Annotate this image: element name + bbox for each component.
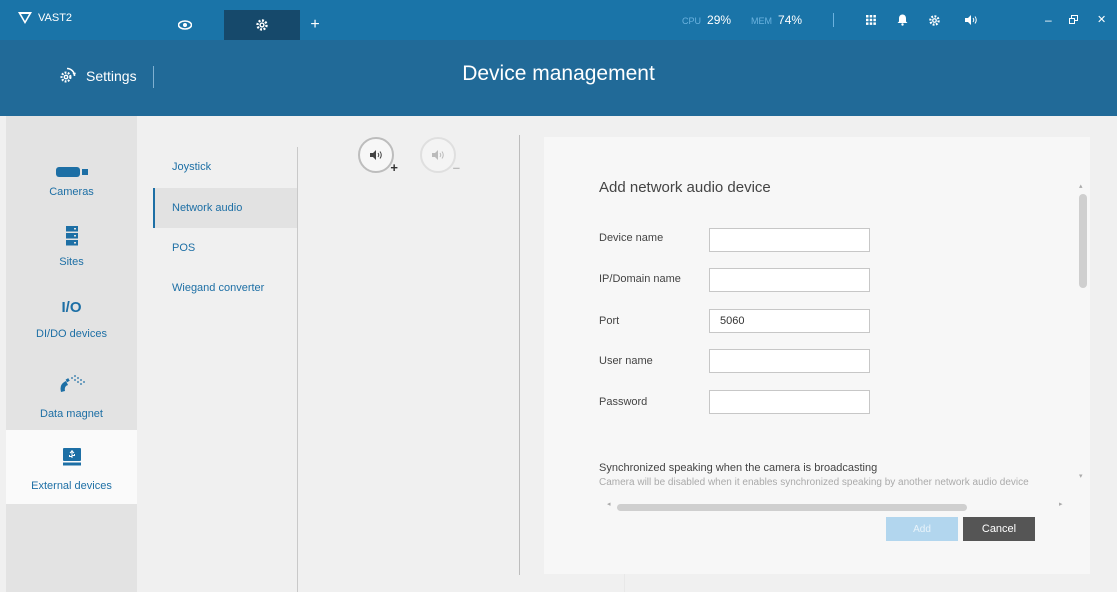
nav-item-data-magnet[interactable]: Data magnet [6, 366, 137, 438]
nav-label: Sites [59, 256, 84, 268]
add-button[interactable]: Add [886, 517, 958, 541]
grid-icon [866, 15, 876, 25]
server-icon [6, 216, 137, 246]
nav-label: DI/DO devices [36, 328, 107, 340]
scroll-thumb[interactable] [1079, 194, 1087, 288]
restore-icon [1069, 15, 1078, 24]
sub-nav: Joystick Network audio POS Wiegand conve… [137, 116, 297, 592]
device-name-label: Device name [599, 232, 664, 244]
camera-icon [6, 152, 137, 178]
panel-divider [624, 574, 625, 592]
minus-icon: – [452, 160, 460, 175]
top-bar: VAST2 + CPU 29% MEM 74% – ✕ [0, 0, 1117, 40]
subnav-item-network-audio[interactable]: Network audio [153, 188, 297, 228]
system-stats: CPU 29% MEM 74% [682, 13, 802, 27]
scroll-left-icon[interactable]: ◂ [607, 500, 611, 508]
speaker-icon [369, 150, 382, 160]
sync-speaking-label: Synchronized speaking when the camera is… [599, 462, 878, 474]
form-title: Add network audio device [599, 179, 771, 196]
nav-item-cameras[interactable]: Cameras [6, 152, 137, 224]
nav-item-dido-devices[interactable]: I/O DI/DO devices [6, 292, 137, 364]
eye-icon [178, 20, 192, 30]
restore-button[interactable] [1069, 13, 1078, 27]
plus-icon: + [390, 160, 398, 175]
sync-speaking-description: Camera will be disabled when it enables … [599, 477, 1029, 488]
mem-value: 74% [778, 13, 803, 27]
mem-label: MEM [751, 16, 773, 26]
nav-label: External devices [31, 480, 112, 492]
port-field[interactable]: 5060 [709, 309, 870, 333]
speaker-icon [964, 15, 977, 25]
topbar-divider [833, 13, 834, 27]
notifications-button[interactable] [893, 11, 911, 29]
device-name-field[interactable] [709, 228, 870, 252]
tab-settings[interactable] [224, 10, 300, 40]
bell-icon [897, 14, 907, 26]
system-settings-button[interactable] [925, 11, 943, 29]
left-nav: Cameras Sites I/O DI/DO devices Data mag… [6, 116, 137, 592]
grid-menu-button[interactable] [862, 11, 880, 29]
page-header: Settings Device management [0, 40, 1117, 116]
add-device-panel: Add network audio device Device name IP/… [544, 137, 1090, 574]
tab-live-view[interactable] [150, 10, 220, 40]
password-label: Password [599, 396, 648, 408]
password-field[interactable] [709, 390, 870, 414]
user-name-label: User name [599, 355, 653, 367]
nav-label: Data magnet [40, 408, 103, 420]
subnav-divider [297, 147, 298, 592]
subnav-item-pos[interactable]: POS [172, 228, 316, 268]
app-logo: VAST2 [18, 12, 72, 24]
nav-item-sites[interactable]: Sites [6, 216, 137, 288]
minimize-button[interactable]: – [1045, 13, 1052, 27]
nav-item-external-devices[interactable]: External devices [6, 430, 137, 504]
io-icon: I/O [61, 299, 82, 316]
scroll-up-icon[interactable]: ▴ [1079, 182, 1083, 190]
cancel-button[interactable]: Cancel [963, 517, 1035, 541]
cpu-label: CPU [682, 16, 702, 26]
page-title: Device management [462, 62, 655, 85]
ip-domain-field[interactable] [709, 268, 870, 292]
horizontal-scrollbar[interactable]: ◂ ▸ [607, 500, 1077, 511]
column-divider [519, 135, 520, 575]
scroll-thumb[interactable] [617, 504, 967, 511]
port-label: Port [599, 315, 620, 327]
subnav-label: Network audio [172, 202, 243, 214]
subnav-item-joystick[interactable]: Joystick [172, 147, 316, 187]
user-name-field[interactable] [709, 349, 870, 373]
remove-audio-device-button[interactable]: – [420, 137, 460, 175]
subnav-label: POS [172, 242, 196, 254]
scroll-down-icon[interactable]: ▾ [1079, 472, 1083, 480]
add-tab-button[interactable]: + [300, 10, 330, 40]
nav-label: Cameras [49, 186, 94, 198]
volume-button[interactable] [962, 11, 980, 29]
cpu-value: 29% [707, 13, 732, 27]
gear-icon [256, 19, 268, 31]
subnav-label: Joystick [172, 161, 212, 173]
ip-domain-label: IP/Domain name [599, 273, 681, 285]
app-name: VAST2 [38, 12, 73, 24]
vertical-scrollbar[interactable]: ▴ ▾ [1078, 182, 1088, 482]
gear-icon [928, 14, 940, 26]
subnav-item-wiegand-converter[interactable]: Wiegand converter [172, 268, 316, 308]
external-device-icon [6, 444, 137, 466]
logo-icon [18, 12, 32, 24]
close-button[interactable]: ✕ [1097, 13, 1106, 26]
magnet-icon [6, 366, 137, 396]
add-audio-device-button[interactable]: + [358, 137, 398, 175]
speaker-icon [431, 150, 444, 160]
scroll-right-icon[interactable]: ▸ [1059, 500, 1063, 508]
subnav-label: Wiegand converter [172, 282, 265, 294]
